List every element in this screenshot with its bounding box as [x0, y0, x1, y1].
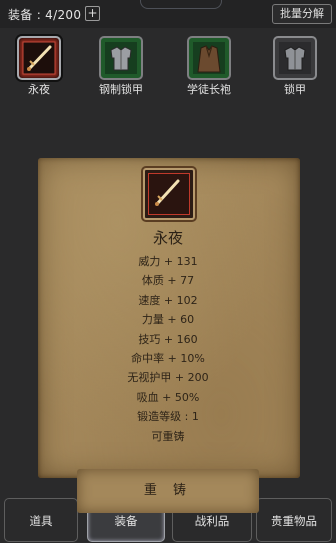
equipment-slot-mail[interactable] — [273, 36, 317, 80]
sword-icon — [22, 41, 56, 75]
stat-speed: 速度 + 102 — [138, 293, 198, 307]
item-detail-icon — [143, 168, 195, 220]
equipment-slot-robe[interactable] — [187, 36, 231, 80]
tab-items[interactable]: 道具 — [4, 498, 78, 542]
stat-lifesteal: 吸血 + 50% — [136, 390, 200, 404]
chainmail-icon — [279, 42, 311, 74]
robe-icon — [193, 42, 225, 74]
add-capacity-button[interactable]: + — [85, 6, 100, 21]
top-ornament — [140, 0, 222, 9]
equipment-slot-yongye[interactable] — [17, 36, 61, 80]
slot-name-robe: 学徒长袍 — [187, 83, 231, 96]
equipment-slot-steel-mail[interactable] — [99, 36, 143, 80]
slot-name-steel-mail: 钢制锁甲 — [99, 83, 143, 96]
batch-dismantle-button[interactable]: 批量分解 — [272, 4, 332, 24]
slot-name-mail: 锁甲 — [284, 83, 306, 96]
stat-constitution: 体质 + 77 — [141, 274, 195, 288]
reforge-button[interactable]: 重 铸 — [77, 469, 259, 513]
tab-valuables[interactable]: 贵重物品 — [256, 498, 332, 542]
equipment-count: 装备 : 4/200 — [8, 8, 82, 22]
top-bar: 装备 : 4/200 + 批量分解 — [0, 0, 336, 28]
stat-strength: 力量 + 60 — [141, 313, 195, 327]
stat-forge-level: 锻造等级 : 1 — [137, 410, 199, 424]
stat-reforgeable: 可重铸 — [151, 429, 185, 443]
item-name: 永夜 — [152, 229, 183, 247]
slot-name-yongye: 永夜 — [28, 83, 50, 96]
sword-icon — [155, 179, 180, 206]
item-stats: 威力 + 131 体质 + 77 速度 + 102 力量 + 60 技巧 + 1… — [0, 252, 336, 446]
stat-power: 威力 + 131 — [138, 255, 198, 268]
chainmail-icon — [105, 42, 137, 74]
stat-ignore-armor: 无视护甲 + 200 — [127, 371, 209, 385]
stat-hit-rate: 命中率 + 10% — [131, 351, 205, 365]
stat-skill: 技巧 + 160 — [138, 332, 198, 346]
